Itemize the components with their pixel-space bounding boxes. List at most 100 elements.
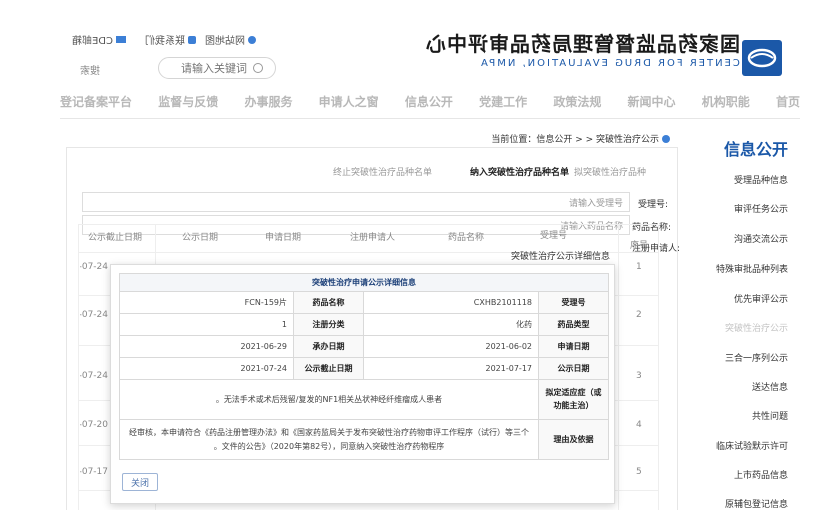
modal-title: 突破性治疗公示详细信息 bbox=[510, 252, 610, 262]
nav-item-home[interactable]: 首页 bbox=[776, 93, 800, 110]
table-row-index: 1 bbox=[636, 262, 642, 272]
location-pin-icon bbox=[248, 35, 256, 44]
drug-name-label: 药品名称 bbox=[293, 291, 364, 314]
table-col-line bbox=[658, 225, 659, 510]
reason-line: 经审核，本申请符合《药品注册管理办法》和《国家药监局关于发布突破性治疗药物审评工… bbox=[129, 427, 529, 437]
table-header-deadline: 公示截止日期 bbox=[88, 233, 143, 243]
table-row-index: 3 bbox=[636, 371, 642, 381]
accept-date-value: 2021-06-29 bbox=[119, 335, 294, 358]
reg-class-label: 注册分类 bbox=[293, 313, 364, 336]
contact-us-label: 联系我们 bbox=[145, 36, 185, 47]
publish-date-value: 2021-07-17 bbox=[363, 357, 539, 380]
table-header-applicant: 注册申请人 bbox=[350, 233, 396, 243]
nav-item-party[interactable]: 党建工作 bbox=[479, 93, 527, 110]
table-row-deadline: 2021-07-20 bbox=[80, 420, 108, 430]
sidebar-item-special[interactable]: 特殊审批品种列表 bbox=[716, 262, 788, 275]
accept-no-placeholder: 请输入受理号 bbox=[568, 198, 623, 209]
nav-divider bbox=[60, 118, 800, 119]
search-box bbox=[158, 57, 276, 79]
tab-terminated[interactable]: 终止突破性治疗品种名单 bbox=[333, 165, 432, 178]
accept-no-label: 受理号: bbox=[638, 200, 669, 210]
detail-modal: 突破性治疗公示详细信息 突破性治疗申请公示详细信息 受理号 CXHB210111… bbox=[110, 252, 615, 504]
nav-item-services[interactable]: 办事服务 bbox=[244, 93, 292, 110]
sidebar-item-clinical[interactable]: 临床试验默示许可 bbox=[716, 439, 788, 452]
reason-line: 文件的公告》（2020年第82号），同意纳入突破性治疗药物程序。 bbox=[213, 441, 445, 451]
nav-item-applicant[interactable]: 申请人之窗 bbox=[319, 93, 379, 110]
table-header-index: 序号 bbox=[630, 241, 649, 251]
nav-item-functions[interactable]: 机构职能 bbox=[702, 93, 750, 110]
breadcrumb: 当前位置：信息公开 > > 突破性治疗公示 bbox=[491, 132, 670, 145]
reg-class-value: 1 bbox=[119, 313, 294, 336]
publish-date-label: 公示日期 bbox=[538, 357, 609, 380]
nav-item-policy[interactable]: 政策法规 bbox=[553, 93, 601, 110]
detail-table: 突破性治疗申请公示详细信息 受理号 CXHB2101118 药品名称 FCN-1… bbox=[119, 273, 609, 460]
drug-name-placeholder: 请输入药品名称 bbox=[559, 221, 623, 232]
accept-date-label: 承办日期 bbox=[293, 335, 364, 358]
close-button[interactable]: 关闭 bbox=[122, 473, 158, 491]
sidebar-item-delivery[interactable]: 送达信息 bbox=[752, 380, 788, 393]
contact-us-link[interactable]: 联系我们 bbox=[145, 32, 196, 47]
table-row-deadline: 2021-07-24 bbox=[80, 371, 108, 381]
table-row-deadline: 2021-07-17 bbox=[80, 467, 108, 477]
sidebar-item-priority[interactable]: 优先审评公示 bbox=[734, 292, 788, 305]
drug-name-value: FCN-159片 bbox=[119, 291, 294, 314]
sidebar-item-marketed[interactable]: 上市药品信息 bbox=[734, 468, 788, 481]
search-input[interactable] bbox=[167, 61, 247, 75]
drug-name-label: 药品名称: bbox=[632, 223, 672, 233]
table-row-index: 4 bbox=[636, 420, 642, 430]
table-col-line bbox=[618, 225, 619, 510]
nav-item-news[interactable]: 新闻中心 bbox=[628, 93, 676, 110]
mail-icon bbox=[116, 36, 127, 43]
reason-value: 经审核，本申请符合《药品注册管理办法》和《国家药监局关于发布突破性治疗药物审评工… bbox=[119, 419, 539, 460]
main-nav: 首页 机构职能 新闻中心 政策法规 党建工作 信息公开 申请人之窗 办事服务 监… bbox=[60, 91, 800, 111]
nav-item-info[interactable]: 信息公开 bbox=[405, 93, 453, 110]
deadline-label: 公示截止日期 bbox=[293, 357, 364, 380]
accept-no-value: CXHB2101118 bbox=[363, 291, 539, 314]
detail-table-heading: 突破性治疗申请公示详细信息 bbox=[119, 273, 609, 292]
header: 国家药品监督管理局药品审评中心 CENTER FOR DRUG EVALUATI… bbox=[0, 0, 832, 86]
sidebar-item-three-in-one[interactable]: 三合一序列公示 bbox=[725, 351, 788, 364]
nmpa-logo-icon[interactable] bbox=[742, 40, 782, 76]
table-header-publish-date: 公示日期 bbox=[182, 233, 219, 243]
modal-body: 突破性治疗申请公示详细信息 受理号 CXHB2101118 药品名称 FCN-1… bbox=[111, 265, 614, 503]
table-row-deadline: 2021-07-24 bbox=[80, 310, 108, 320]
indication-value: 无法手术或术后残留/复发的NF1相关丛状神经纤维瘤成人患者。 bbox=[119, 379, 539, 420]
cde-mail-label: CDE邮箱 bbox=[72, 36, 114, 47]
sidebar-item-accepted[interactable]: 受理品种信息 bbox=[734, 173, 788, 186]
drug-type-label: 药品类型 bbox=[538, 313, 609, 336]
sidebar-item-communication[interactable]: 沟通交流公示 bbox=[734, 232, 788, 245]
drug-type-value: 化药 bbox=[363, 313, 539, 336]
table-row-deadline: 2021-07-24 bbox=[80, 262, 108, 272]
sidebar-item-common-issues[interactable]: 共性问题 bbox=[752, 409, 788, 422]
tab-proposed[interactable]: 拟突破性治疗品种 bbox=[574, 165, 646, 178]
apply-date-label: 申请日期 bbox=[538, 335, 609, 358]
nav-item-registration[interactable]: 登记备案平台 bbox=[60, 93, 132, 110]
org-name-en: CENTER FOR DRUG EVALUATION, NMPA bbox=[479, 58, 740, 69]
accept-no-label: 受理号 bbox=[538, 291, 609, 314]
search-button[interactable]: 搜索 bbox=[80, 62, 100, 77]
tab-included[interactable]: 纳入突破性治疗品种名单 bbox=[470, 165, 569, 178]
search-icon[interactable] bbox=[253, 63, 263, 73]
table-row-index: 5 bbox=[636, 467, 642, 477]
table-header-apply-date: 申请日期 bbox=[265, 233, 302, 243]
accept-no-input[interactable]: 请输入受理号 bbox=[82, 192, 630, 212]
cde-mail-link[interactable]: CDE邮箱 bbox=[72, 32, 127, 47]
apply-date-value: 2021-06-02 bbox=[363, 335, 539, 358]
deadline-value: 2021-07-24 bbox=[119, 357, 294, 380]
table-col-line bbox=[78, 225, 79, 510]
breadcrumb-text: 当前位置：信息公开 > > 突破性治疗公示 bbox=[491, 135, 659, 145]
sidebar-item-review-tasks[interactable]: 审评任务公示 bbox=[734, 202, 788, 215]
sidebar-item-breakthrough[interactable]: 突破性治疗公示 bbox=[725, 321, 788, 334]
nav-item-feedback[interactable]: 监督与反馈 bbox=[158, 93, 218, 110]
reason-label: 理由及依据 bbox=[538, 419, 609, 460]
location-pin-icon bbox=[662, 134, 670, 143]
site-map-label: 网站地图 bbox=[205, 36, 245, 47]
table-header-drug-name: 药品名称 bbox=[448, 233, 485, 243]
table-header-line bbox=[78, 224, 658, 225]
phone-icon bbox=[188, 35, 196, 44]
org-name: 国家药品监督管理局药品审评中心 bbox=[425, 32, 740, 56]
site-map-link[interactable]: 网站地图 bbox=[205, 32, 256, 47]
sidebar-title: 信息公开 bbox=[723, 140, 788, 159]
sidebar-item-api-registration[interactable]: 原辅包登记信息 bbox=[725, 497, 788, 510]
indication-label: 拟定适应症（或功能主治） bbox=[538, 379, 609, 420]
